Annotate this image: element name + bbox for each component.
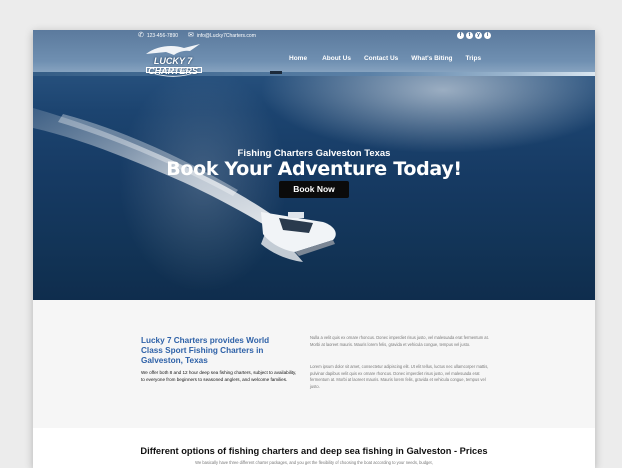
- prices-section: Different options of fishing charters an…: [33, 428, 595, 468]
- nav-home[interactable]: Home: [289, 55, 307, 62]
- utility-bar: ✆ 123-456-7890 ✉ info@Lucky7Charters.com…: [33, 30, 595, 42]
- nav-whats-biting[interactable]: What's Biting: [411, 55, 452, 62]
- main-nav: Home About Us Contact Us What's Biting T…: [289, 55, 481, 62]
- phone-number: 123-456-7890: [146, 32, 179, 39]
- mail-icon: ✉: [188, 32, 194, 39]
- prices-heading: Different options of fishing charters an…: [140, 446, 488, 456]
- hero-section: ✆ 123-456-7890 ✉ info@Lucky7Charters.com…: [33, 30, 595, 300]
- nav-contact-us[interactable]: Contact Us: [364, 55, 398, 62]
- intro-section: Lucky 7 Charters provides World Class Sp…: [33, 300, 595, 428]
- nav-trips[interactable]: Trips: [466, 55, 482, 62]
- phone-contact[interactable]: ✆ 123-456-7890: [138, 32, 178, 39]
- logo-tagline: GALVESTON TEXAS: [146, 67, 202, 73]
- social-links: f t y i: [457, 32, 491, 39]
- browser-page: ✆ 123-456-7890 ✉ info@Lucky7Charters.com…: [33, 30, 595, 468]
- prices-subtitle: We basically have three different charte…: [195, 460, 433, 465]
- lorem-paragraph-1: Nulla a velit quis ex ornare rhoncus. Do…: [310, 335, 489, 347]
- nav-about-us[interactable]: About Us: [322, 55, 351, 62]
- hero-title: Book Your Adventure Today!: [166, 158, 462, 180]
- instagram-icon[interactable]: i: [484, 32, 491, 39]
- facebook-icon[interactable]: f: [457, 32, 464, 39]
- twitter-icon[interactable]: t: [466, 32, 473, 39]
- email-address: info@Lucky7Charters.com: [196, 32, 256, 39]
- intro-paragraph: We offer both 8 and 12 hour deep sea fis…: [141, 370, 297, 382]
- youtube-icon[interactable]: y: [475, 32, 482, 39]
- logo-text: LUCKY 7 CHARTERS: [148, 56, 198, 76]
- email-contact[interactable]: ✉ info@Lucky7Charters.com: [188, 32, 256, 39]
- intro-heading: Lucky 7 Charters provides World Class Sp…: [141, 336, 270, 365]
- site-logo[interactable]: LUCKY 7 CHARTERS GALVESTON TEXAS: [138, 42, 208, 84]
- lorem-paragraph-2: Lorem ipsum dolor sit amet, consectetur …: [310, 364, 489, 389]
- phone-icon: ✆: [138, 32, 144, 39]
- book-now-button[interactable]: Book Now: [279, 181, 349, 198]
